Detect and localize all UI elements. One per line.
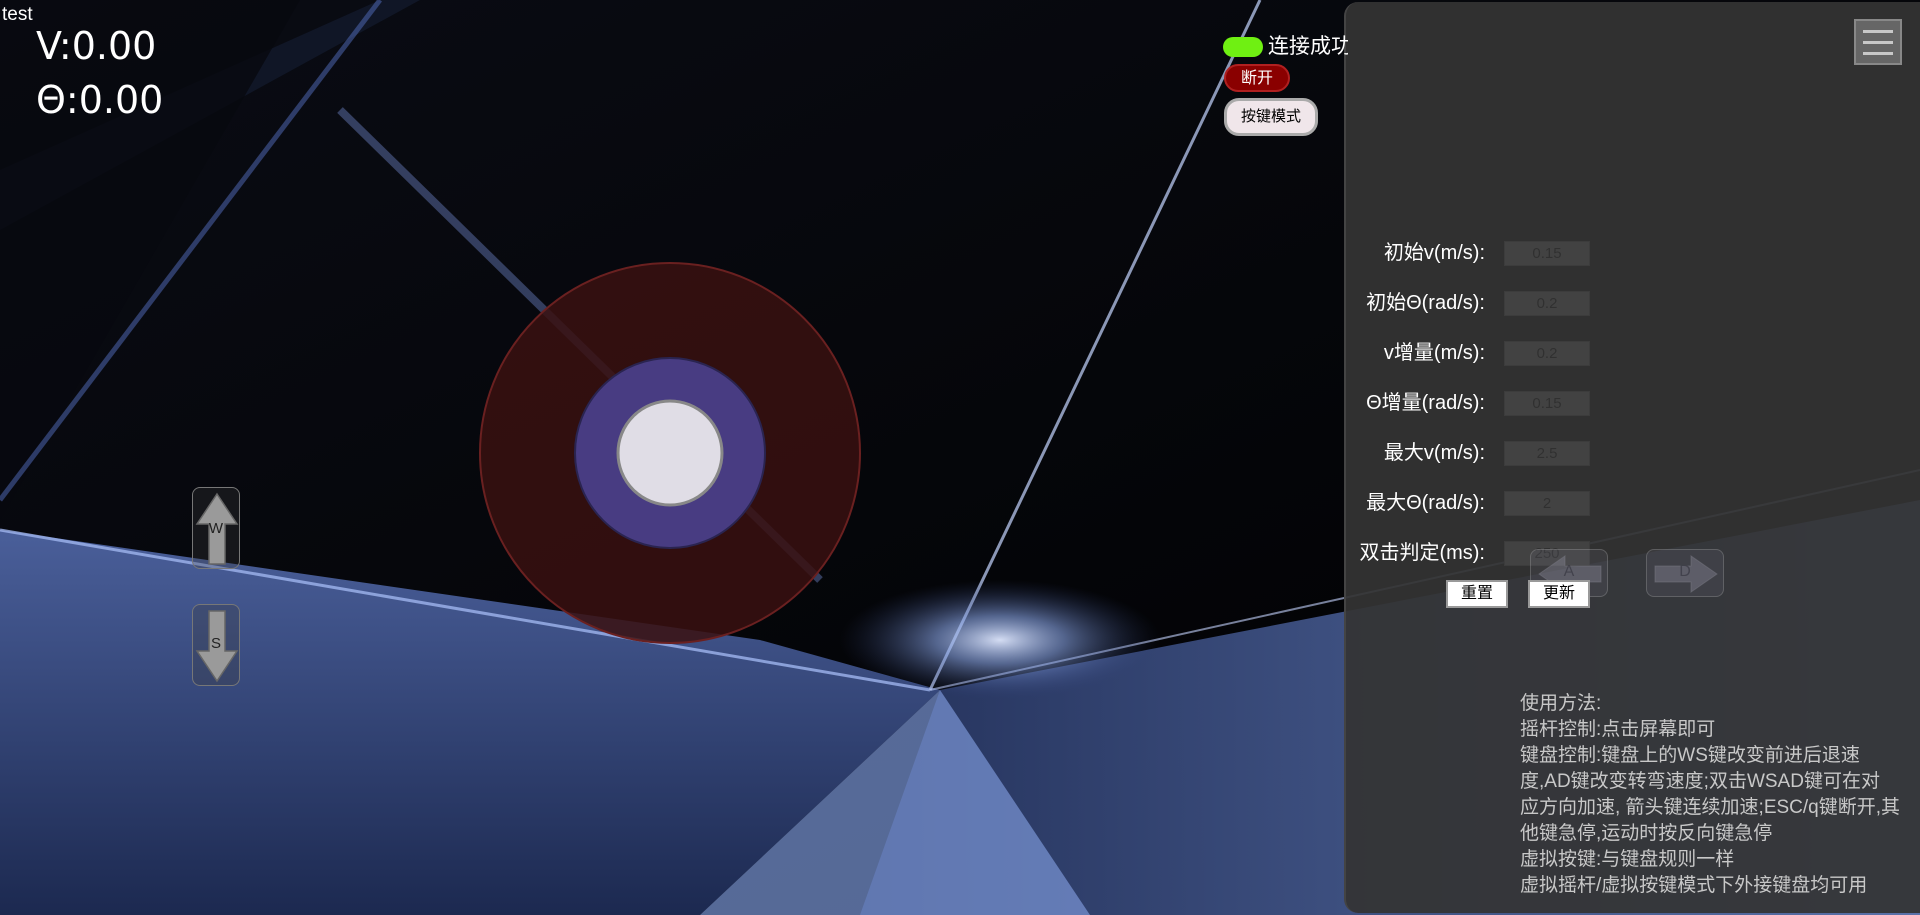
virtual-key-w-label: W xyxy=(208,520,224,537)
setting-label: 最大v(m/s): xyxy=(1383,442,1485,464)
joystick-knob[interactable] xyxy=(616,399,724,507)
virtual-key-a-label: A xyxy=(1563,563,1575,580)
setting-label: 双击判定(ms): xyxy=(1359,542,1485,564)
connection-status-indicator xyxy=(1223,37,1263,57)
setting-row: 双击判定(ms): xyxy=(1325,540,1485,566)
virtual-key-s[interactable]: S xyxy=(192,604,240,686)
setting-row: 初始v(m/s): xyxy=(1325,240,1485,266)
mode-toggle-button[interactable]: 按键模式 xyxy=(1224,98,1318,136)
virtual-key-d[interactable]: D xyxy=(1646,549,1724,597)
help-line: 键盘控制:键盘上的WS键改变前进后退速 xyxy=(1520,745,1860,766)
help-line: 应方向加速, 箭头键连续加速;ESC/q键断开,其 xyxy=(1520,797,1901,818)
setting-row: 初始Θ(rad/s): xyxy=(1325,290,1485,316)
setting-label: v增量(m/s): xyxy=(1383,342,1485,364)
help-line: 摇杆控制:点击屏幕即可 xyxy=(1520,719,1716,740)
velocity-readout: V:0.00 xyxy=(36,24,157,68)
setting-label: Θ增量(rad/s): xyxy=(1366,392,1485,414)
help-line: 虚拟摇杆/虚拟按键模式下外接键盘均可用 xyxy=(1520,875,1868,896)
hamburger-icon xyxy=(1863,30,1893,33)
help-line: 他键急停,运动时按反向键急停 xyxy=(1520,823,1773,844)
setting-row: 最大Θ(rad/s): xyxy=(1325,490,1485,516)
joystick[interactable] xyxy=(478,261,862,645)
setting-row: Θ增量(rad/s): xyxy=(1325,390,1485,416)
setting-row: 最大v(m/s): xyxy=(1325,440,1485,466)
virtual-key-d-label: D xyxy=(1679,563,1691,580)
hamburger-icon-bar xyxy=(1863,52,1893,55)
help-line: 度,AD键改变转弯速度;双击WSAD键可在对 xyxy=(1520,771,1880,792)
virtual-key-w[interactable]: W xyxy=(192,487,240,569)
reset-button[interactable]: 重置 xyxy=(1446,580,1508,608)
setting-label: 最大Θ(rad/s): xyxy=(1366,492,1485,514)
page-title: test xyxy=(2,4,33,25)
virtual-key-s-label: S xyxy=(210,635,221,652)
hamburger-icon-bar xyxy=(1863,41,1893,44)
setting-row: v增量(m/s): xyxy=(1325,340,1485,366)
connection-status-text: 连接成功 xyxy=(1268,35,1348,58)
disconnect-button[interactable]: 断开 xyxy=(1224,64,1290,92)
update-button[interactable]: 更新 xyxy=(1528,580,1590,608)
angular-velocity-readout: Θ:0.00 xyxy=(36,78,164,122)
help-line: 虚拟按键:与键盘规则一样 xyxy=(1520,849,1735,870)
menu-button[interactable] xyxy=(1854,19,1902,65)
help-title: 使用方法: xyxy=(1520,693,1602,714)
setting-label: 初始Θ(rad/s): xyxy=(1366,292,1485,314)
setting-label: 初始v(m/s): xyxy=(1383,242,1485,264)
